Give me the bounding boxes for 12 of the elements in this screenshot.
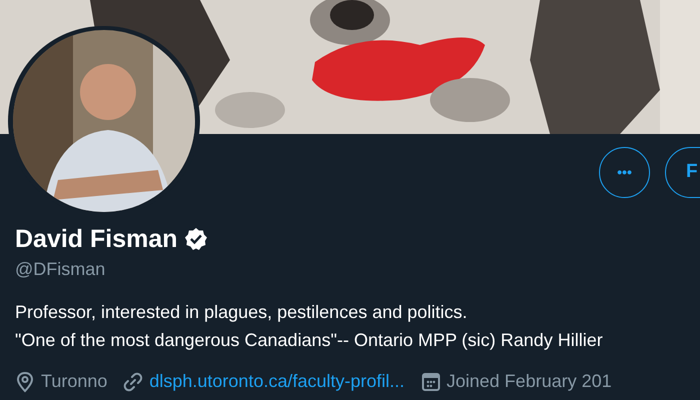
location-text: Turonno <box>41 370 108 393</box>
follow-button[interactable]: F <box>665 147 700 198</box>
link-icon <box>123 372 144 392</box>
bio-text: "One of the most dangerous Canadians"-- Ontario MPP (sic) Randy Hillier <box>15 329 603 352</box>
profile-name: David Fisman <box>15 224 178 255</box>
bio-text: Professor, interested in plagues, pestilences and politics. <box>15 301 468 324</box>
calendar-icon <box>420 372 441 392</box>
location-pin-icon <box>15 370 35 392</box>
profile-handle: @DFisman <box>15 258 106 281</box>
website-link[interactable]: dlsph.utoronto.ca/faculty-profil... <box>149 368 405 395</box>
more-button[interactable]: ••• <box>599 147 650 198</box>
joined-date: Joined February 201 <box>446 370 612 393</box>
